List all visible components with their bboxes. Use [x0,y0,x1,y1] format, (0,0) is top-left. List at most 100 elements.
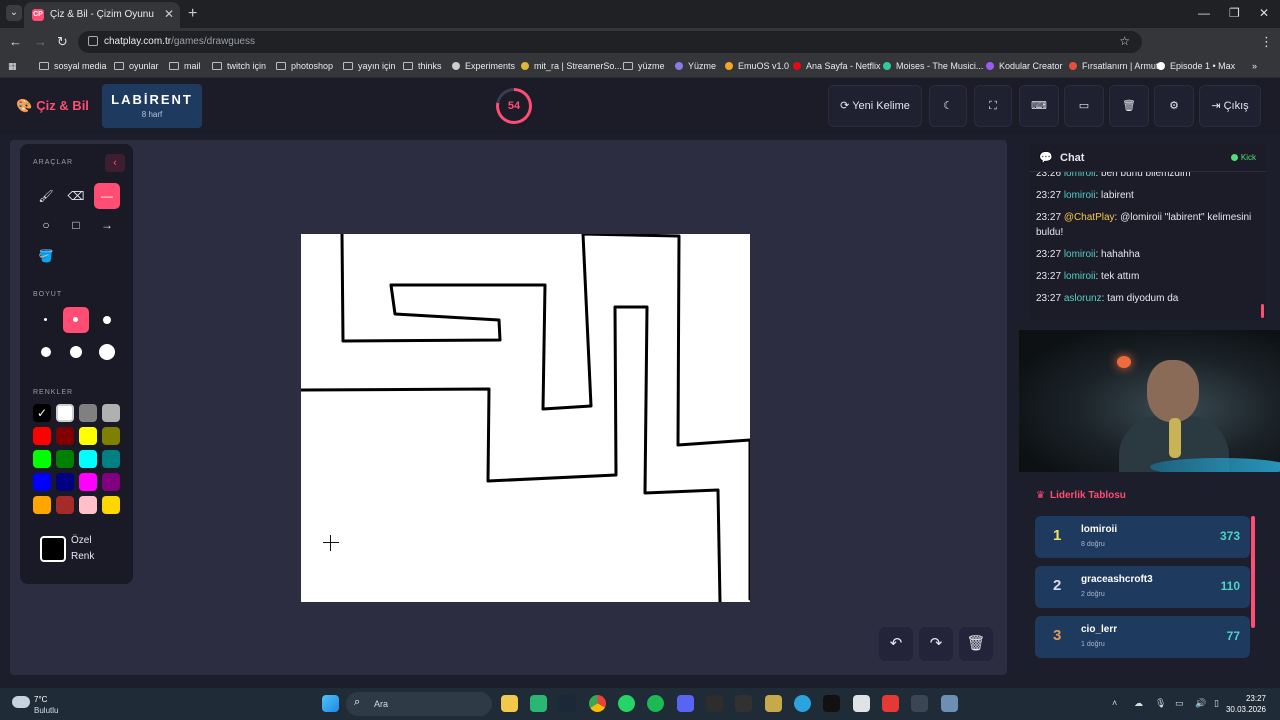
window-close-icon[interactable]: ✕ [1259,6,1269,20]
color-swatch[interactable] [79,404,97,422]
leaderboard-scrollbar[interactable] [1251,516,1255,628]
size-option-xxl[interactable] [94,339,120,365]
taskbar-app-icon[interactable] [882,695,899,712]
bookmark-folder[interactable]: photoshop [276,61,333,71]
size-option-s[interactable] [63,307,89,333]
battery-icon[interactable]: ▯ [1214,698,1219,709]
size-option-l[interactable] [33,339,59,365]
new-tab-plus-icon[interactable]: + [188,5,197,23]
color-swatch[interactable] [102,404,120,422]
bookmark-star-icon[interactable]: ☆ [1119,34,1130,48]
apps-grid-icon[interactable]: ▦ [8,61,17,72]
browser-tab-active[interactable]: CP Çiz & Bil - Çizim Oyunu ✕ [24,2,180,28]
taskbar-app-icon[interactable] [765,695,782,712]
tray-app-icon[interactable]: ☁ [1134,698,1143,709]
color-swatch[interactable]: ✓ [33,404,51,422]
bookmark-link[interactable]: EmuOS v1.0 [725,61,789,71]
line-tool-icon[interactable]: — [94,183,120,209]
bookmark-link[interactable]: Experiments [452,61,515,71]
network-icon[interactable]: ▭ [1175,698,1184,709]
file-explorer-icon[interactable] [501,695,518,712]
steam-icon[interactable] [559,695,576,712]
discord-icon[interactable] [677,695,694,712]
color-swatch[interactable] [102,427,120,445]
taskbar-search[interactable]: ⌕ Ara [346,692,492,716]
whatsapp-icon[interactable] [618,695,635,712]
telegram-icon[interactable] [794,695,811,712]
window-minimize-icon[interactable]: — [1198,6,1210,20]
eraser-icon[interactable]: ⌫ [63,183,89,209]
tray-chevron-icon[interactable]: ˄ [1112,698,1117,708]
color-swatch[interactable] [102,473,120,491]
obs-icon[interactable] [911,695,928,712]
epic-games-icon[interactable] [735,695,752,712]
capcut-icon[interactable] [706,695,723,712]
bookmark-link[interactable]: Moises - The Musici... [883,61,983,71]
site-info-icon[interactable] [88,36,98,46]
tab-close-icon[interactable]: ✕ [164,7,174,21]
dark-mode-toggle-icon[interactable]: ☾ [929,85,967,127]
volume-icon[interactable]: 🔊 [1195,698,1206,709]
circle-tool-icon[interactable]: ○ [33,212,59,238]
taskbar-clock[interactable]: 23:27 30.03.2026 [1226,693,1266,715]
taskbar-app-icon[interactable] [853,695,870,712]
reload-icon[interactable]: ↻ [57,34,68,50]
trash-icon[interactable]: 🗑 [1109,85,1149,127]
bookmark-folder[interactable]: thinks [403,61,442,71]
bookmark-folder[interactable]: twitch için [212,61,266,71]
collapse-panel-chevron-icon[interactable]: ‹ [105,154,125,172]
archive-icon[interactable]: ▭ [1064,85,1104,127]
calculator-icon[interactable] [941,695,958,712]
custom-color-swatch[interactable] [40,536,66,562]
bookmark-link[interactable]: Ana Sayfa - Netflix [793,61,881,71]
color-swatch[interactable] [79,450,97,468]
fill-bucket-icon[interactable]: 🪣 [33,243,59,269]
forward-arrow-icon[interactable]: → [34,34,47,49]
size-option-xs[interactable] [33,307,59,333]
custom-color-label[interactable]: Özel Renk [71,533,94,565]
brush-icon[interactable]: 🖌 [33,183,59,209]
bookmark-folder[interactable]: sosyal media [39,61,107,71]
taskbar-app-icon[interactable] [530,695,547,712]
microphone-icon[interactable]: 🎙 [1155,698,1166,709]
color-swatch[interactable] [102,450,120,468]
arrow-tool-icon[interactable]: → [94,212,120,238]
address-bar[interactable]: chatplay.com.tr/games/drawguess ☆ [78,31,1142,53]
color-swatch[interactable] [56,450,74,468]
keyboard-icon[interactable]: ⌨ [1019,85,1059,127]
color-swatch[interactable] [56,496,74,514]
app-logo[interactable]: 🎨 Çiz & Bil [16,98,89,114]
color-swatch[interactable] [33,427,51,445]
color-swatch[interactable] [33,450,51,468]
back-arrow-icon[interactable]: ← [9,34,22,49]
exit-button[interactable]: ⇥ Çıkış [1199,85,1261,127]
redo-icon[interactable]: ↷ [919,627,953,661]
new-word-button[interactable]: ⟳ Yeni Kelime [828,85,922,127]
color-swatch[interactable] [79,473,97,491]
settings-gear-icon[interactable]: ⚙ [1154,85,1194,127]
more-bookmarks-chevron-icon[interactable]: » [1252,61,1257,71]
fullscreen-icon[interactable]: ⛶ [974,85,1012,127]
color-swatch[interactable] [33,473,51,491]
rectangle-tool-icon[interactable]: □ [63,212,89,238]
undo-icon[interactable]: ↶ [879,627,913,661]
bookmark-folder[interactable]: yüzme [623,61,665,71]
color-swatch[interactable] [56,473,74,491]
chrome-icon[interactable] [589,695,606,712]
chat-scrollbar[interactable] [1261,304,1264,318]
bookmark-link[interactable]: Kodular Creator [986,61,1063,71]
tab-list-chevron-icon[interactable]: ⌄ [6,5,22,21]
color-swatch[interactable] [56,427,74,445]
bookmark-link[interactable]: Yüzme [675,61,716,71]
bookmark-folder[interactable]: oyunlar [114,61,159,71]
bookmark-link[interactable]: Fırsatlanırn | Armut [1069,61,1158,71]
color-swatch[interactable] [79,496,97,514]
tiktok-icon[interactable] [823,695,840,712]
bookmark-folder[interactable]: mail [169,61,201,71]
color-swatch[interactable] [79,427,97,445]
bookmark-link[interactable]: Episode 1 • Max [1157,61,1235,71]
color-swatch[interactable] [33,496,51,514]
color-swatch[interactable] [102,496,120,514]
bookmark-link[interactable]: mit_ra | StreamerSo... [521,61,622,71]
spotify-icon[interactable] [647,695,664,712]
